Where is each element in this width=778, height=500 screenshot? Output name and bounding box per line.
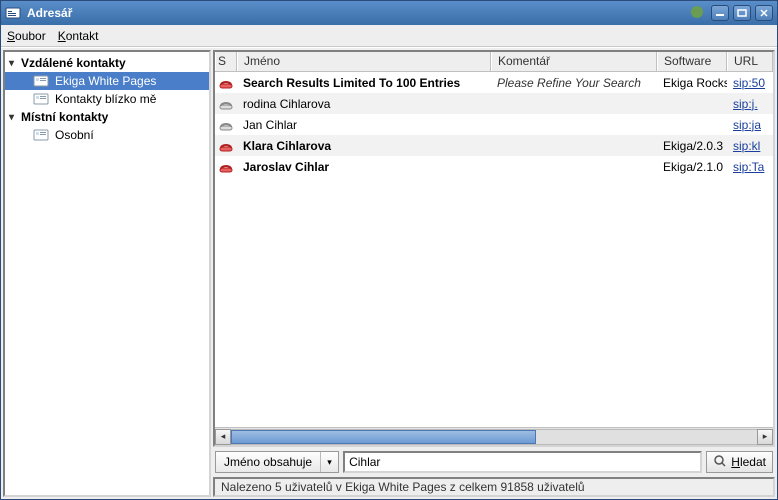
main-body: ▾ Vzdálené kontakty Ekiga White Pages Ko…: [1, 47, 777, 499]
cell-comment: [491, 144, 657, 148]
cell-comment: [491, 123, 657, 127]
table-row[interactable]: Jaroslav Cihlar Ekiga/2.1.0sip:Ta: [215, 156, 773, 177]
table-row[interactable]: Klara Cihlarova Ekiga/2.0.3sip:kl: [215, 135, 773, 156]
addressbook-icon: [33, 92, 49, 106]
cell-name: Search Results Limited To 100 Entries: [237, 74, 491, 92]
right-pane: S Jméno Komentář Software URL Search Res…: [213, 50, 775, 497]
tree-category-remote[interactable]: ▾ Vzdálené kontakty: [5, 54, 209, 72]
close-button[interactable]: [755, 5, 773, 21]
sidebar: ▾ Vzdálené kontakty Ekiga White Pages Ko…: [3, 50, 211, 497]
status-bar: Nalezeno 5 uživatelů v Ekiga White Pages…: [213, 477, 775, 497]
app-window: Adresář Soubor Kontakt ▾ Vzdálené kontak…: [0, 0, 778, 500]
cell-software: Ekiga/2.0.3: [657, 137, 727, 155]
addressbook-icon: [33, 128, 49, 142]
tree-category-local[interactable]: ▾ Místní kontakty: [5, 108, 209, 126]
tree-item-label: Kontakty blízko mě: [55, 92, 156, 106]
tree-item-label: Osobní: [55, 128, 94, 142]
cell-url[interactable]: sip:j.: [727, 95, 773, 113]
search-input[interactable]: [343, 451, 702, 473]
tree-category-label: Vzdálené kontakty: [21, 56, 126, 70]
cell-comment: Please Refine Your Search: [491, 74, 657, 92]
maximize-button[interactable]: [733, 5, 751, 21]
phone-icon: [215, 95, 237, 113]
table-row[interactable]: rodina Cihlarova sip:j.: [215, 93, 773, 114]
status-text: Nalezeno 5 uživatelů v Ekiga White Pages…: [221, 480, 585, 494]
menu-file[interactable]: Soubor: [7, 29, 46, 43]
cell-name: Klara Cihlarova: [237, 137, 491, 155]
chevron-down-icon: ▾: [9, 58, 21, 69]
col-status[interactable]: S: [215, 52, 237, 71]
window-title: Adresář: [27, 6, 689, 20]
addressbook-icon: [33, 74, 49, 88]
app-icon: [5, 5, 21, 21]
cell-name: Jan Cihlar: [237, 116, 491, 134]
phone-icon: [215, 74, 237, 92]
tree-item-ekiga-white-pages[interactable]: Ekiga White Pages: [5, 72, 209, 90]
suse-logo-icon: [689, 5, 707, 22]
horizontal-scrollbar[interactable]: ◂ ▸: [215, 427, 773, 445]
table-body: Search Results Limited To 100 EntriesPle…: [215, 72, 773, 427]
table-row[interactable]: Search Results Limited To 100 EntriesPle…: [215, 72, 773, 93]
phone-icon: [215, 116, 237, 134]
minimize-button[interactable]: [711, 5, 729, 21]
cell-software: Ekiga Rocks: [657, 74, 727, 92]
scroll-thumb[interactable]: [231, 430, 536, 444]
scroll-right-button[interactable]: ▸: [757, 429, 773, 445]
cell-url[interactable]: sip:50: [727, 74, 773, 92]
scroll-track[interactable]: [231, 429, 757, 445]
results-table: S Jméno Komentář Software URL Search Res…: [213, 50, 775, 447]
cell-url[interactable]: sip:ja: [727, 116, 773, 134]
table-header: S Jméno Komentář Software URL: [215, 52, 773, 72]
cell-url[interactable]: sip:kl: [727, 137, 773, 155]
search-icon: [713, 454, 727, 471]
tree-category-label: Místní kontakty: [21, 110, 108, 124]
tree-item-label: Ekiga White Pages: [55, 74, 156, 88]
tree-item-nearby[interactable]: Kontakty blízko mě: [5, 90, 209, 108]
search-button[interactable]: Hledat: [706, 451, 773, 473]
chevron-down-icon[interactable]: ▾: [320, 452, 338, 472]
col-software[interactable]: Software: [657, 52, 727, 71]
cell-name: Jaroslav Cihlar: [237, 158, 491, 176]
cell-software: Ekiga/2.1.0: [657, 158, 727, 176]
cell-comment: [491, 165, 657, 169]
cell-comment: [491, 102, 657, 106]
col-url[interactable]: URL: [727, 52, 773, 71]
titlebar[interactable]: Adresář: [1, 1, 777, 25]
table-row[interactable]: Jan Cihlar sip:ja: [215, 114, 773, 135]
cell-software: [657, 102, 727, 106]
filter-label: Jméno obsahuje: [216, 452, 320, 472]
filter-dropdown[interactable]: Jméno obsahuje ▾: [215, 451, 339, 473]
scroll-left-button[interactable]: ◂: [215, 429, 231, 445]
cell-name: rodina Cihlarova: [237, 95, 491, 113]
phone-icon: [215, 158, 237, 176]
col-comment[interactable]: Komentář: [491, 52, 657, 71]
phone-icon: [215, 137, 237, 155]
cell-url[interactable]: sip:Ta: [727, 158, 773, 176]
menu-contact[interactable]: Kontakt: [58, 29, 99, 43]
menubar: Soubor Kontakt: [1, 25, 777, 47]
search-bar: Jméno obsahuje ▾ Hledat: [213, 447, 775, 477]
col-name[interactable]: Jméno: [237, 52, 491, 71]
cell-software: [657, 123, 727, 127]
tree-item-personal[interactable]: Osobní: [5, 126, 209, 144]
chevron-down-icon: ▾: [9, 112, 21, 123]
